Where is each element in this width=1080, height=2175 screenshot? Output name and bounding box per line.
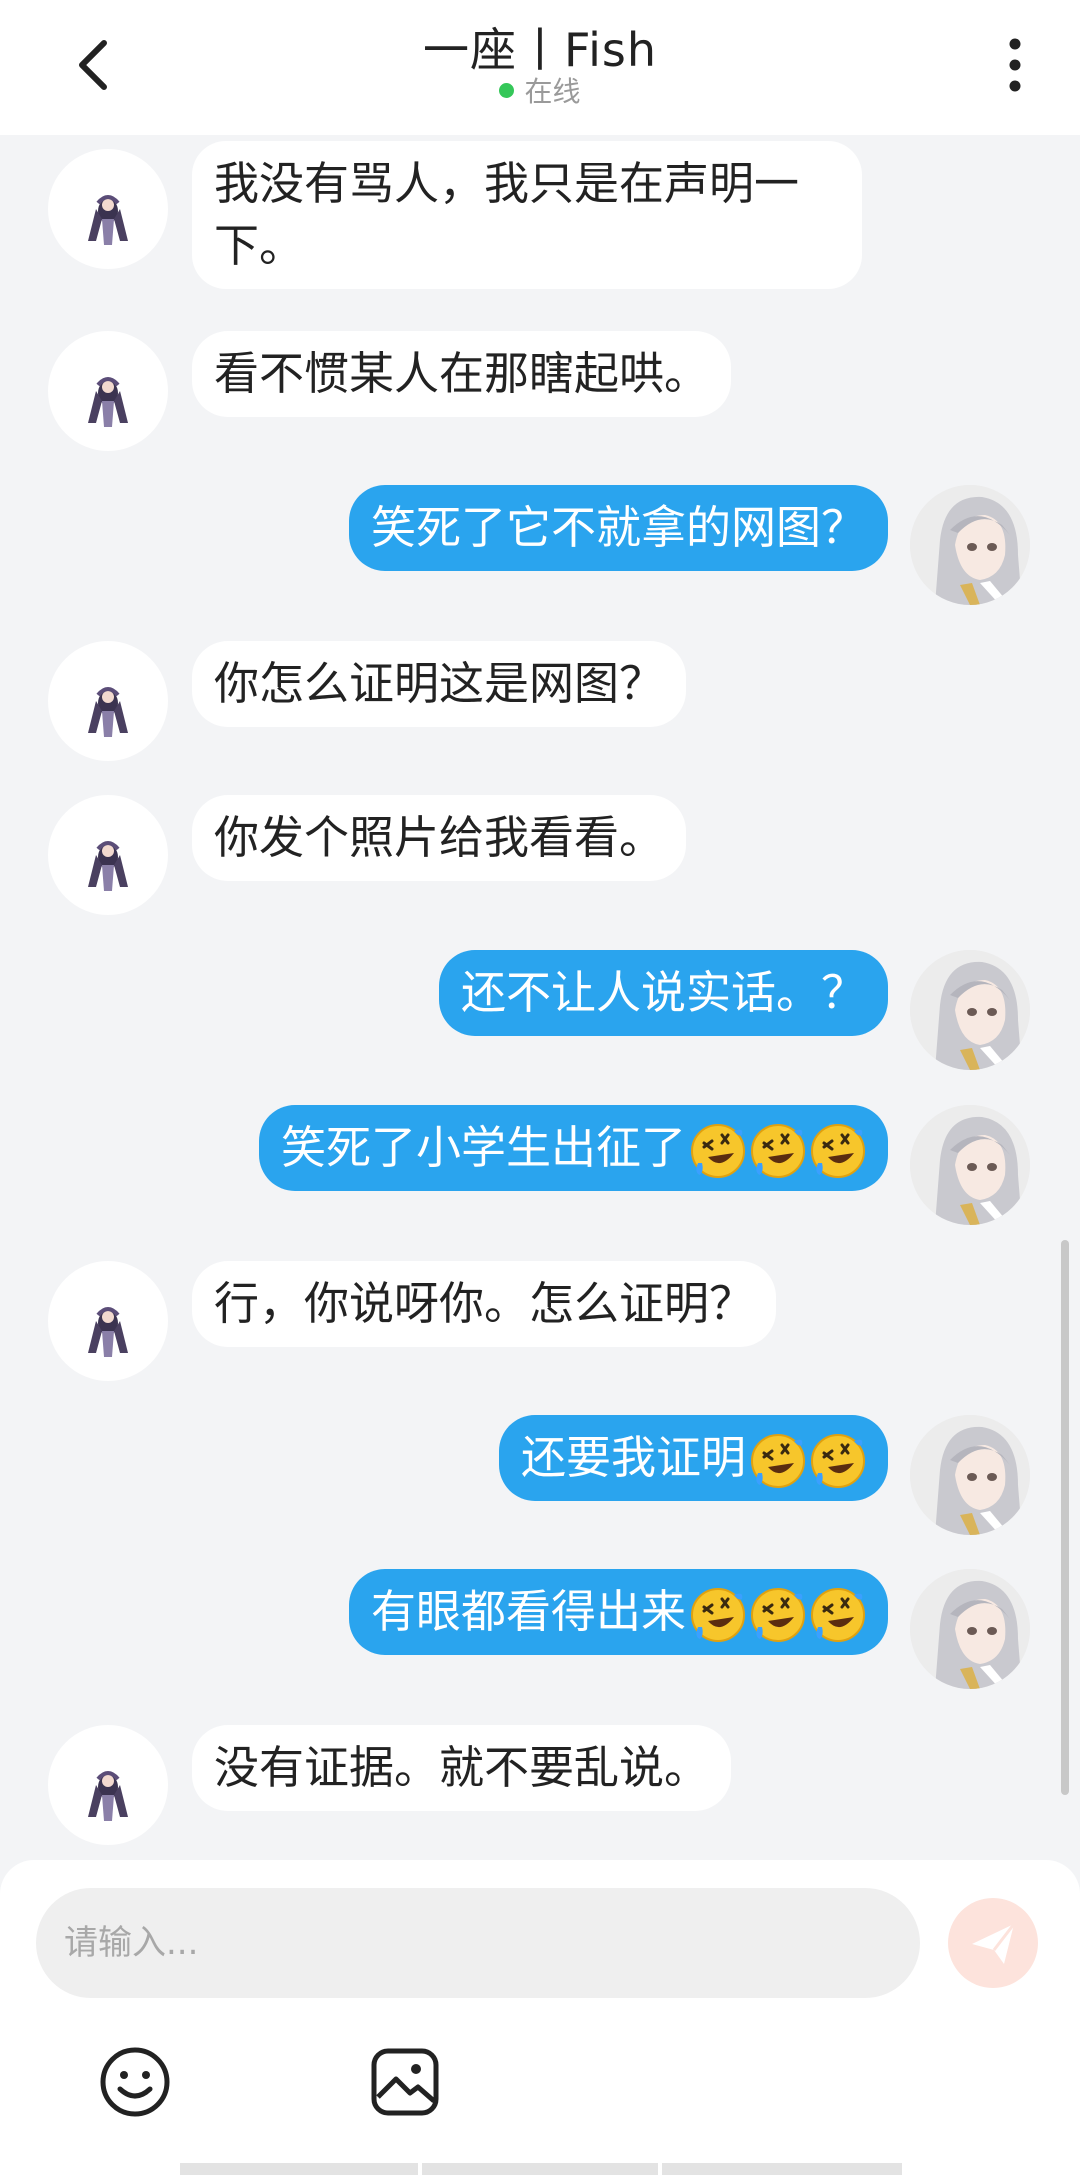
message-bubble[interactable]: 还要我证明	[498, 1415, 888, 1501]
composer-panel	[0, 1860, 1080, 2175]
contact-avatar[interactable]	[48, 331, 168, 451]
message-bubble[interactable]: 我没有骂人，我只是在声明一下。	[192, 141, 862, 289]
message-bubble[interactable]: 笑死了它不就拿的网图？	[348, 485, 888, 571]
online-dot-icon	[499, 82, 515, 98]
rofl-emoji-icon	[750, 1587, 806, 1643]
rofl-emoji-icon	[690, 1123, 746, 1179]
rofl-emoji-icon	[810, 1123, 866, 1179]
contact-avatar[interactable]	[48, 1725, 168, 1845]
send-icon	[972, 1923, 1016, 1964]
user-avatar[interactable]	[910, 1569, 1030, 1689]
message-bubble[interactable]: 还不让人说实话。？	[438, 950, 888, 1036]
rofl-emoji-icon	[750, 1123, 806, 1179]
contact-avatar[interactable]	[48, 641, 168, 761]
message-bubble[interactable]: 你发个照片给我看看。	[192, 795, 687, 881]
more-options-icon[interactable]	[995, 35, 1035, 95]
contact-avatar[interactable]	[48, 795, 168, 915]
message-list[interactable]: 我没有骂人，我只是在声明一下。 看不惯某人在那瞎起哄。 笑死了它不就拿的网图？ …	[0, 135, 1080, 1860]
user-avatar[interactable]	[910, 950, 1030, 1070]
user-avatar[interactable]	[910, 1415, 1030, 1535]
message-bubble[interactable]: 笑死了小学生出征了	[258, 1105, 888, 1191]
message-bubble[interactable]: 行，你说呀你。怎么证明？	[192, 1261, 777, 1347]
message-text: 笑死了小学生出征了	[280, 1121, 686, 1174]
contact-avatar[interactable]	[48, 1261, 168, 1381]
user-avatar[interactable]	[910, 1105, 1030, 1225]
message-bubble[interactable]: 你怎么证明这是网图？	[192, 641, 687, 727]
rofl-emoji-icon	[810, 1587, 866, 1643]
user-avatar[interactable]	[910, 485, 1030, 605]
smiley-icon[interactable]	[98, 2045, 172, 2119]
rofl-emoji-icon	[810, 1433, 866, 1489]
message-text: 有眼都看得出来	[370, 1585, 686, 1638]
bottom-bar	[180, 2163, 902, 2175]
contact-avatar[interactable]	[48, 149, 168, 269]
message-bubble[interactable]: 没有证据。就不要乱说。	[192, 1725, 732, 1811]
message-input[interactable]	[36, 1888, 920, 1998]
chat-scrollbar[interactable]	[1061, 1240, 1069, 1795]
rofl-emoji-icon	[690, 1587, 746, 1643]
image-icon[interactable]	[368, 2045, 442, 2119]
online-status-label: 在线	[524, 75, 581, 108]
message-bubble[interactable]: 看不惯某人在那瞎起哄。	[192, 331, 732, 417]
chat-header: 一座丨Fish 在线	[0, 0, 1080, 135]
message-bubble[interactable]: 有眼都看得出来	[348, 1569, 888, 1655]
rofl-emoji-icon	[750, 1433, 806, 1489]
send-button[interactable]	[948, 1898, 1038, 1988]
online-status: 在线	[0, 70, 1080, 110]
message-text: 还要我证明	[520, 1431, 746, 1484]
